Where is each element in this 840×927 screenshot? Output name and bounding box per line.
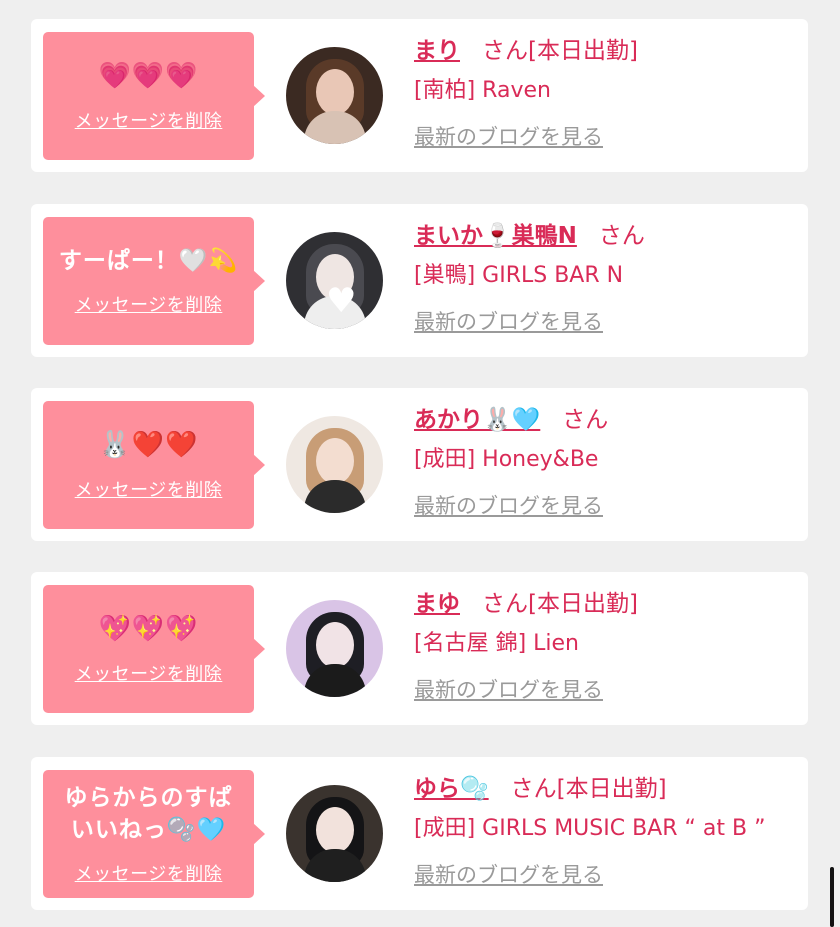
latest-blog-link[interactable]: 最新のブログを見る (414, 672, 603, 708)
heart-icon: ♥ (326, 281, 357, 321)
honorific: さん (510, 776, 557, 802)
message-bubble: すーぱー！🤍💫 メッセージを削除 (43, 217, 265, 345)
delete-message-link[interactable]: メッセージを削除 (75, 107, 223, 133)
honorific: さん (598, 223, 645, 249)
message-text: 💗💗💗 (98, 61, 199, 91)
delete-message-link[interactable]: メッセージを削除 (75, 291, 223, 317)
avatar[interactable] (286, 47, 383, 144)
message-text: 💖💖💖 (98, 614, 199, 644)
avatar[interactable] (286, 785, 383, 882)
avatar[interactable] (286, 416, 383, 513)
message-bubble: 🐰❤️❤️ メッセージを削除 (43, 401, 265, 529)
message-text: すーぱー！🤍💫 (58, 248, 239, 274)
latest-blog-link[interactable]: 最新のブログを見る (414, 857, 603, 893)
latest-blog-link[interactable]: 最新のブログを見る (414, 488, 603, 524)
scrollbar[interactable] (830, 867, 834, 927)
delete-message-link[interactable]: メッセージを削除 (75, 660, 223, 686)
message-card: 💗💗💗 メッセージを削除 まり さん[本日出勤] [南柏] Raven 最新のブロ… (31, 19, 808, 172)
message-bubble: 💗💗💗 メッセージを削除 (43, 32, 265, 160)
avatar[interactable]: ♥ (286, 232, 383, 329)
latest-blog-link[interactable]: 最新のブログを見る (414, 119, 603, 155)
girl-name-link[interactable]: ゆら🫧 (414, 776, 489, 802)
girl-name-link[interactable]: まゆ (414, 591, 460, 617)
girl-name-link[interactable]: あかり🐰🩵 (414, 407, 540, 433)
message-bubble: 💖💖💖 メッセージを削除 (43, 585, 265, 713)
avatar[interactable] (286, 600, 383, 697)
shop-name: [成田] GIRLS MUSIC BAR “ at B ” (414, 816, 766, 841)
message-card: 💖💖💖 メッセージを削除 まゆ さん[本日出勤] [名古屋 錦] Lien 最新の… (31, 572, 808, 725)
message-bubble: ゆらからのすぱいいねっ🫧🩵 メッセージを削除 (43, 770, 265, 898)
girl-name-link[interactable]: まいか🍷巣鴨N (414, 223, 577, 249)
status-badge: [本日出勤] (528, 38, 638, 64)
message-text: 🐰❤️❤️ (98, 430, 199, 460)
delete-message-link[interactable]: メッセージを削除 (75, 860, 223, 886)
message-card: すーぱー！🤍💫 メッセージを削除 ♥ まいか🍷巣鴨N さん [巣鴨] GIRLS … (31, 204, 808, 357)
status-badge: [本日出勤] (528, 591, 638, 617)
shop-name: [巣鴨] GIRLS BAR N (414, 263, 624, 288)
message-card: ゆらからのすぱいいねっ🫧🩵 メッセージを削除 ゆら🫧 さん[本日出勤] [成田] … (31, 757, 808, 910)
honorific: さん (562, 407, 609, 433)
status-badge: [本日出勤] (556, 776, 667, 802)
delete-message-link[interactable]: メッセージを削除 (75, 476, 223, 502)
shop-name: [成田] Honey&Be (414, 447, 599, 472)
shop-name: [名古屋 錦] Lien (414, 631, 580, 656)
latest-blog-link[interactable]: 最新のブログを見る (414, 304, 603, 340)
girl-name-link[interactable]: まり (414, 38, 460, 64)
honorific: さん (482, 591, 528, 617)
shop-name: [南柏] Raven (414, 78, 551, 103)
honorific: さん (482, 38, 528, 64)
message-text: ゆらからのすぱいいねっ🫧🩵 (64, 785, 233, 843)
message-card: 🐰❤️❤️ メッセージを削除 あかり🐰🩵 さん [成田] Honey&Be 最新の… (31, 388, 808, 541)
